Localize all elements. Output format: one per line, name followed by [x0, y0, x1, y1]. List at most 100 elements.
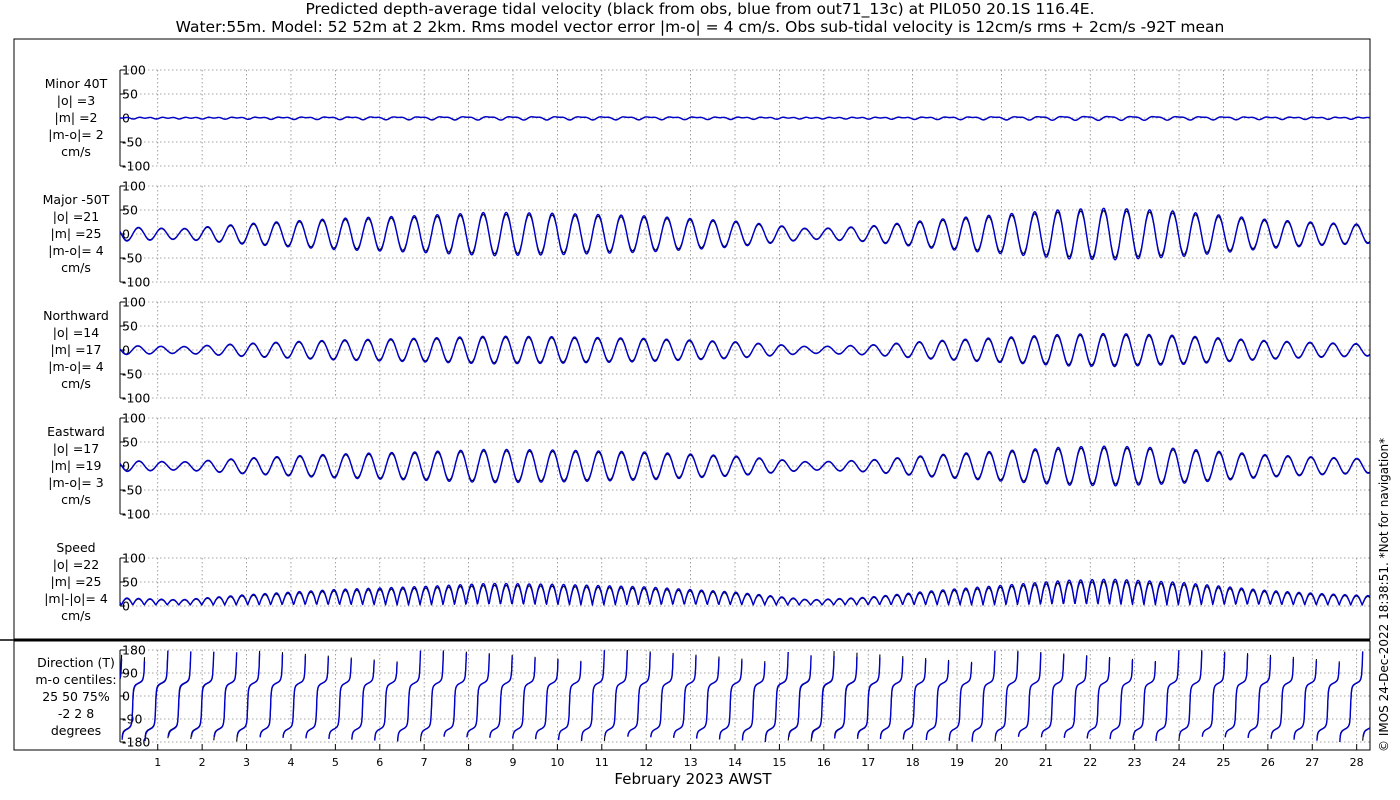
x-tick-label: 15 [772, 756, 786, 769]
panel-label-line: Direction (T) [37, 655, 115, 670]
y-tick-label: 50 [122, 575, 138, 590]
x-tick-label: 5 [332, 756, 339, 769]
x-tick-label: 24 [1172, 756, 1186, 769]
panel-label-line: |m| =25 [51, 574, 102, 589]
panel-label-line: Northward [43, 308, 109, 323]
y-tick-label: 50 [122, 319, 138, 334]
panel-label-minor: Minor 40T |o| =3 |m| =2 |m-o|= 2 cm/s [45, 76, 108, 159]
panel-label-direction: Direction (T) m-o centiles: 25 50 75% -2 2 … [35, 655, 116, 738]
y-tick-label: 50 [122, 203, 138, 218]
panel-label-line: |m| =17 [51, 342, 102, 357]
x-tick-label: 19 [950, 756, 964, 769]
panel-label-line: Minor 40T [45, 76, 108, 91]
x-tick-label: 16 [817, 756, 831, 769]
y-tick-label: -50 [122, 251, 142, 266]
panel-label-line: cm/s [61, 260, 91, 275]
x-tick-label: 17 [861, 756, 875, 769]
x-tick-label: 10 [550, 756, 564, 769]
panel-label-line: |m-o|= 4 [48, 359, 103, 374]
panel-label-line: |m-o|= 3 [48, 475, 103, 490]
panel-northward: 100 50 0 -50 -100 Northward |o| =14 |m| =17 |m-o… [43, 295, 1371, 406]
panel-label-line: |o| =21 [53, 209, 99, 224]
y-tick-label: -100 [122, 275, 150, 290]
panel-label-line: cm/s [61, 492, 91, 507]
panel-eastward: 100500-50-100Eastward|o| =17|m| =19|m-o|… [47, 411, 1371, 522]
panel-label-speed: Speed |o| =22 |m| =25 |m|-|o|= 4 cm/s [44, 540, 108, 623]
panel-label-line: Speed [56, 540, 95, 555]
footer-copyright-text: © IMOS 24-Dec-2022 18:38:51. *Not for na… [1377, 438, 1391, 752]
panel-minor: 100500-50-100Minor 40T|o| =3|m| =2|m-o|=… [45, 63, 1371, 174]
panel-label-line: |m| =19 [51, 458, 102, 473]
lower-frame [13, 640, 1371, 751]
x-tick-label: 20 [994, 756, 1008, 769]
x-tick-label: 2 [199, 756, 206, 769]
y-tick-label: 50 [122, 87, 138, 102]
panel-label-line: |m| =25 [51, 226, 102, 241]
x-tick-label: 23 [1128, 756, 1142, 769]
y-tick-label: -180 [122, 735, 150, 750]
panel-label-major: Major -50T |o| =21 |m| =25 |m-o|= 4 cm/s [43, 192, 110, 275]
x-tick-label: 8 [465, 756, 472, 769]
y-tick-label: 100 [122, 295, 146, 310]
panel-label-line: |o| =3 [57, 93, 95, 108]
panel-label-line: Major -50T [43, 192, 110, 207]
panel-label-line: |m|-|o|= 4 [44, 591, 108, 606]
y-tick-label: 0 [122, 689, 130, 704]
y-tick-label: 50 [122, 435, 138, 450]
panel-label-line: |o| =22 [53, 557, 99, 572]
y-tick-label: -50 [122, 367, 142, 382]
panel-major: 100500-50-100Major -50T|o| =21|m| =25|m-… [43, 179, 1371, 290]
series-line-model-speed [119, 578, 1371, 606]
y-tick-label: 0 [122, 343, 130, 358]
x-tick-label: 12 [639, 756, 653, 769]
x-tick-label: 26 [1261, 756, 1275, 769]
x-tick-label: 13 [684, 756, 698, 769]
x-tick-label: 18 [906, 756, 920, 769]
y-tick-label: 100 [122, 411, 146, 426]
y-tick-label: -100 [122, 391, 150, 406]
panel-label-line: m-o centiles: [35, 672, 116, 687]
panel-label-line: |m-o|= 4 [48, 243, 103, 258]
y-tick-label: -50 [122, 135, 142, 150]
panel-speed: 100500Speed|o| =22|m| =25|m|-|o|= 4cm/s [44, 540, 1371, 623]
x-tick-label: 28 [1350, 756, 1364, 769]
x-tick-label: 11 [595, 756, 609, 769]
x-tick-label: 4 [287, 756, 294, 769]
x-tick-label: 7 [421, 756, 428, 769]
panel-label-eastward: Eastward |o| =17 |m| =19 |m-o|= 3 cm/s [47, 424, 105, 507]
y-tick-label: -100 [122, 507, 150, 522]
panel-direction: 180900-90-180Direction (T)m-o centiles:2… [35, 643, 1371, 750]
panel-label-northward: Northward |o| =14 |m| =17 |m-o|= 4 cm/s [43, 308, 109, 391]
panel-label-line: 25 50 75% [42, 689, 110, 704]
panel-label-line: |o| =14 [53, 325, 99, 340]
x-tick-label: 22 [1083, 756, 1097, 769]
tidal-velocity-chart: 1 2 3 4 5 6 7 8 9 10 11 12 13 14 15 16 17 18 19 20 21 22 23 24 2… [0, 38, 1391, 788]
y-tick-label: 180 [122, 643, 146, 658]
y-tick-label: -100 [122, 159, 150, 174]
x-axis-label: February 2023 AWST [614, 770, 772, 788]
x-tick-label: 9 [509, 756, 516, 769]
panel-label-line: |o| =17 [53, 441, 99, 456]
panel-label-line: cm/s [61, 608, 91, 623]
panel-label-line: |m| =2 [55, 110, 98, 125]
series-line-model-minor [119, 115, 1371, 122]
x-tick-label: 25 [1216, 756, 1230, 769]
x-tick-label: 21 [1039, 756, 1053, 769]
x-tick-label: 3 [243, 756, 250, 769]
panel-label-line: Eastward [47, 424, 105, 439]
y-tick-label: 100 [122, 551, 146, 566]
panel-label-line: cm/s [61, 376, 91, 391]
panel-label-line: degrees [51, 723, 101, 738]
panel-label-line: -2 2 8 [58, 706, 94, 721]
y-tick-label: 100 [122, 63, 146, 78]
x-tick-label: 6 [376, 756, 383, 769]
x-tick-label: 27 [1305, 756, 1319, 769]
y-tick-label: -50 [122, 483, 142, 498]
x-tick-label: 14 [728, 756, 742, 769]
panel-label-line: cm/s [61, 144, 91, 159]
x-tick-label: 1 [154, 756, 161, 769]
y-tick-label: 100 [122, 179, 146, 194]
panel-label-line: |m-o|= 2 [48, 127, 103, 142]
y-tick-label: 90 [122, 666, 138, 681]
upper-frame [13, 38, 1371, 640]
